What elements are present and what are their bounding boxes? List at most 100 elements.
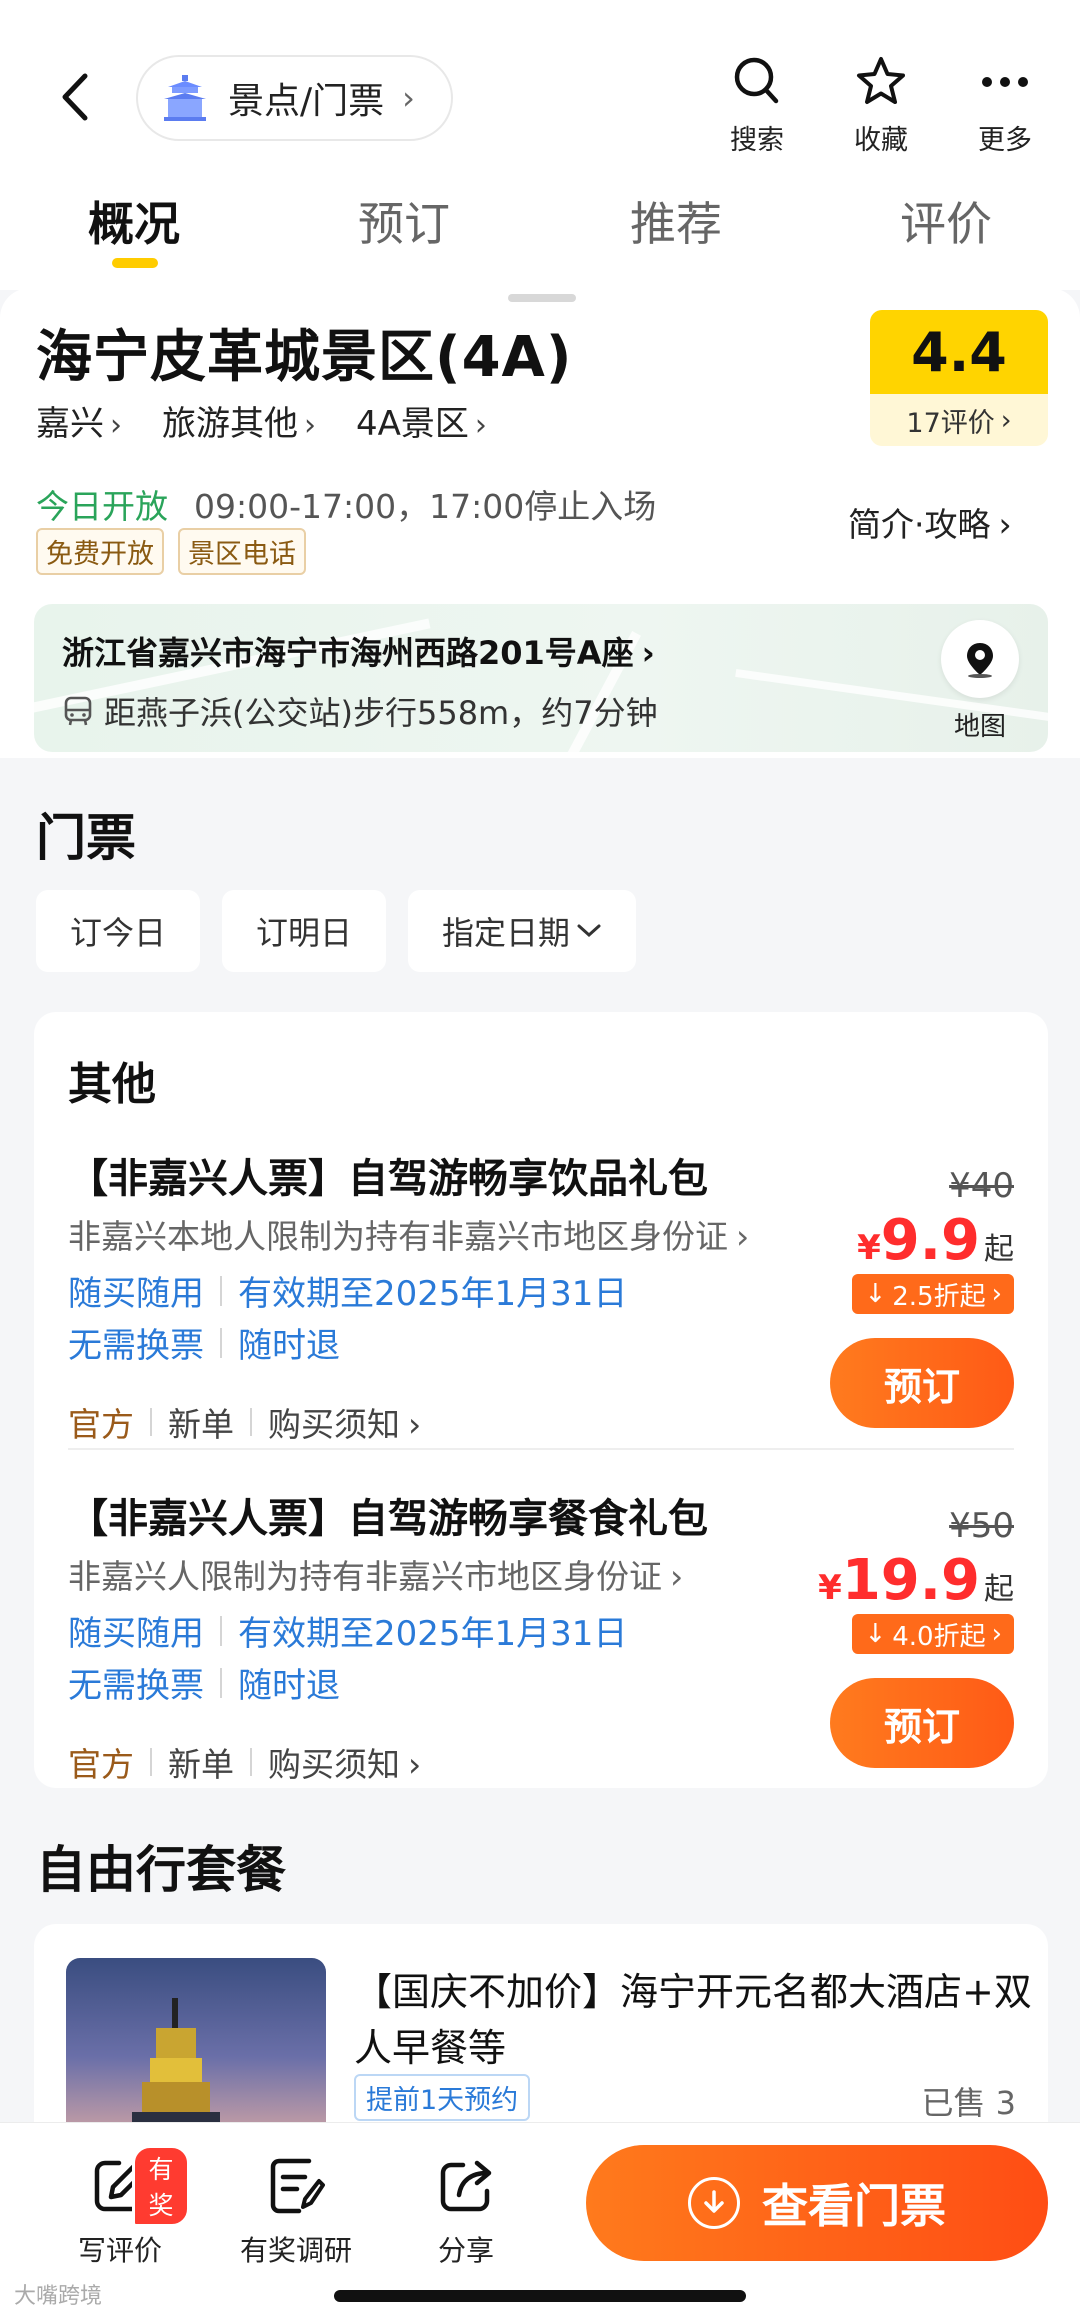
search-button[interactable]: 搜索 — [702, 50, 812, 157]
ticket-product[interactable]: 【非嘉兴人票】自驾游畅享餐食礼包 非嘉兴人限制为持有非嘉兴市地区身份证 › 随买随… — [34, 1486, 1048, 1826]
rating-score: 4.4 — [870, 310, 1048, 394]
official-badge: 官方 — [68, 1405, 134, 1444]
temple-icon — [164, 75, 206, 121]
active-tab-indicator — [112, 258, 158, 268]
write-review-label: 写评价 — [77, 2234, 162, 2267]
tab-overview[interactable]: 概况 — [88, 188, 180, 254]
advance-booking-tag: 提前1天预约 — [354, 2074, 531, 2121]
rating-box[interactable]: 4.4 17评价 › — [870, 310, 1048, 446]
discount-badge[interactable]: ↓ 4.0折起 › — [852, 1614, 1014, 1654]
product-refund: 无需换票 随时退 — [68, 1666, 340, 1706]
sale-price: ¥9.9 起 — [857, 1208, 1014, 1273]
search-label: 搜索 — [730, 125, 784, 156]
more-label: 更多 — [978, 125, 1032, 156]
top-navigation: 景点/门票 › 搜索 收藏 更多 概况 预订 推荐 评价 — [0, 0, 1080, 290]
chevron-right-icon: › — [991, 1279, 1002, 1309]
new-badge: 新单 — [168, 1405, 234, 1444]
book-button[interactable]: 预订 — [830, 1678, 1014, 1768]
survey-icon — [270, 2158, 325, 2214]
share-label: 分享 — [437, 2234, 494, 2267]
crumb-level[interactable]: 4A景区 › — [356, 396, 487, 445]
new-badge: 新单 — [168, 1745, 234, 1784]
tickets-section-title: 门票 — [36, 809, 136, 867]
chevron-down-icon — [577, 924, 601, 938]
book-button[interactable]: 预订 — [830, 1338, 1014, 1428]
open-status: 今日开放 — [36, 487, 168, 526]
chevron-right-icon: › — [991, 1619, 1002, 1649]
official-badge: 官方 — [68, 1745, 134, 1784]
hours-text: 09:00-17:00，17:00停止入场 — [194, 487, 657, 526]
map-button[interactable]: 地图 — [930, 620, 1030, 743]
product-validity: 随买随用 有效期至2025年1月31日 — [68, 1274, 628, 1314]
chevron-right-icon: › — [641, 634, 655, 672]
favorite-button[interactable]: 收藏 — [826, 50, 936, 157]
discount-badge[interactable]: ↓ 2.5折起 › — [852, 1274, 1014, 1314]
package-title: 【国庆不加价】海宁开元名都大酒店+双人早餐等 — [354, 1970, 1032, 2070]
chevron-right-icon: › — [736, 1217, 750, 1256]
opening-hours: 今日开放 09:00-17:00，17:00停止入场 — [36, 480, 656, 528]
product-restriction[interactable]: 非嘉兴人限制为持有非嘉兴市地区身份证 › — [68, 1550, 683, 1598]
crumb-city[interactable]: 嘉兴 › — [36, 396, 122, 445]
survey-button[interactable]: 有奖调研 — [226, 2151, 366, 2269]
chip-tomorrow[interactable]: 订明日 — [222, 890, 387, 972]
chevron-right-icon: › — [670, 1557, 684, 1596]
star-icon — [857, 57, 905, 104]
drag-handle[interactable] — [508, 294, 576, 302]
sold-count: 已售 3 — [921, 2084, 1016, 2122]
tab-reviews[interactable]: 评价 — [900, 188, 992, 254]
product-title: 【非嘉兴人票】自驾游畅享饮品礼包 — [68, 1156, 708, 1202]
sale-price: ¥19.9 起 — [818, 1548, 1014, 1613]
tag-free-entry: 免费开放 — [36, 528, 164, 575]
product-restriction[interactable]: 非嘉兴本地人限制为持有非嘉兴市地区身份证 › — [68, 1210, 749, 1258]
original-price: ¥40 — [949, 1166, 1014, 1206]
purchase-notice-link[interactable]: 购买须知 › — [268, 1738, 421, 1786]
address-text: 浙江省嘉兴市海宁市海州西路201号A座 › — [62, 634, 655, 672]
tab-booking[interactable]: 预订 — [358, 188, 450, 254]
share-button[interactable]: 分享 — [396, 2151, 536, 2269]
original-price: ¥50 — [949, 1506, 1014, 1546]
arrow-down-icon: ↓ — [864, 1279, 887, 1309]
map-pin-icon — [967, 643, 993, 678]
product-title: 【非嘉兴人票】自驾游畅享餐食礼包 — [68, 1496, 708, 1542]
write-review-button[interactable]: 写评价 有奖 — [50, 2145, 190, 2269]
intro-guide-link[interactable]: 简介·攻略 › — [848, 498, 1012, 546]
ticket-product[interactable]: 【非嘉兴人票】自驾游畅享饮品礼包 非嘉兴本地人限制为持有非嘉兴市地区身份证 › 随… — [34, 1146, 1048, 1486]
more-icon — [982, 77, 1028, 87]
reward-badge: 有奖 — [132, 2145, 190, 2227]
chevron-right-icon: › — [110, 408, 122, 443]
package-section-title: 自由行套餐 — [36, 1841, 286, 1899]
product-refund: 无需换票 随时退 — [68, 1326, 340, 1366]
category-pill[interactable]: 景点/门票 › — [136, 55, 453, 141]
bottom-action-bar: 写评价 有奖 有奖调研 分享 查看门票 — [0, 2122, 1080, 2311]
tab-recommend[interactable]: 推荐 — [630, 188, 722, 254]
chip-today[interactable]: 订今日 — [36, 890, 201, 972]
home-indicator[interactable] — [334, 2290, 746, 2302]
search-icon — [734, 57, 779, 104]
chip-select-date[interactable]: 指定日期 — [408, 890, 637, 972]
watermark: 大嘴跨境 — [14, 2284, 103, 2309]
info-tags: 免费开放 景区电话 — [36, 528, 306, 575]
chevron-right-icon: › — [304, 408, 316, 443]
view-tickets-button[interactable]: 查看门票 — [586, 2145, 1048, 2261]
arrow-down-icon: ↓ — [864, 1619, 887, 1649]
crumb-category[interactable]: 旅游其他 › — [162, 396, 316, 445]
share-icon — [440, 2160, 492, 2212]
chevron-right-icon: › — [408, 1405, 422, 1444]
scenic-info-card: 海宁皮革城景区(4A) 嘉兴 › 旅游其他 › 4A景区 › 4.4 17评价 › 今日… — [0, 288, 1080, 758]
ticket-group-title: 其他 — [68, 1059, 156, 1110]
address-card[interactable]: 浙江省嘉兴市海宁市海州西路201号A座 › 距燕子浜(公交站)步行558m，约7分… — [34, 604, 1048, 752]
purchase-notice-link[interactable]: 购买须知 › — [268, 1398, 421, 1446]
tag-phone[interactable]: 景区电话 — [178, 528, 306, 575]
chevron-right-icon: › — [1000, 404, 1012, 436]
chevron-right-icon: › — [402, 79, 415, 117]
chevron-right-icon: › — [408, 1745, 422, 1784]
back-button[interactable] — [44, 62, 104, 132]
divider — [68, 1448, 1014, 1450]
arrow-down-circle-icon — [688, 2177, 740, 2229]
product-footer: 官方 新单 购买须知 › — [68, 1398, 421, 1446]
section-tabs: 概况 预订 推荐 评价 — [0, 180, 1080, 270]
map-label: 地图 — [953, 712, 1006, 742]
review-count: 17评价 › — [906, 404, 1012, 439]
more-button[interactable]: 更多 — [950, 50, 1060, 157]
back-arrow-icon — [62, 73, 88, 121]
